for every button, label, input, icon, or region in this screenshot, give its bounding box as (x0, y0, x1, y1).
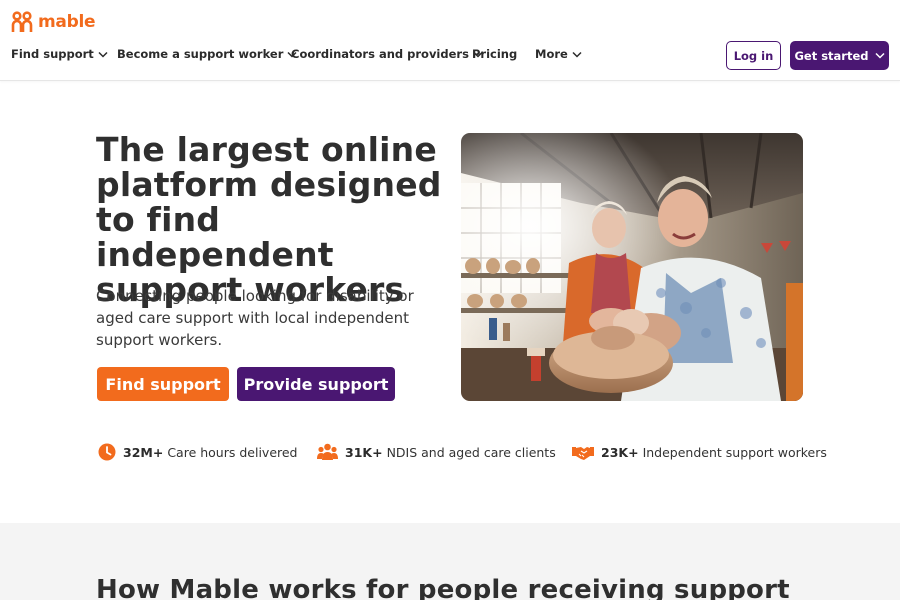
chevron-down-icon (874, 52, 885, 59)
chevron-down-icon (98, 51, 108, 58)
nav-find-support[interactable]: Find support (11, 47, 108, 61)
nav-label: Pricing (472, 47, 518, 61)
mable-logo-icon (11, 11, 33, 32)
site-header: mable Find support Become a support work… (0, 0, 900, 81)
find-support-button[interactable]: Find support (97, 367, 229, 401)
stat-clients: 31K+ NDIS and aged care clients (317, 443, 556, 461)
clock-icon (98, 443, 116, 461)
stat-value: 23K+ (601, 444, 639, 460)
stat-care-hours: 32M+ Care hours delivered (98, 443, 298, 461)
provide-support-button[interactable]: Provide support (237, 367, 395, 401)
how-it-works-section: How Mable works for people receiving sup… (0, 523, 900, 600)
nav-more[interactable]: More (535, 47, 582, 61)
nav-label: Find support (11, 47, 94, 61)
get-started-button[interactable]: Get started (790, 41, 889, 70)
section-title: How Mable works for people receiving sup… (96, 575, 790, 600)
handshake-icon (572, 444, 594, 460)
pottery-workshop-photo (461, 133, 803, 401)
nav-coordinators-providers[interactable]: Coordinators and providers (291, 47, 483, 61)
nav-become-support-worker[interactable]: Become a support worker (117, 47, 297, 61)
stat-support-workers: 23K+ Independent support workers (572, 443, 827, 461)
hero-title: The largest online platform designed to … (96, 130, 442, 309)
hero-photo (461, 133, 803, 401)
stat-label: Care hours delivered (167, 444, 298, 460)
logo-wordmark: mable (38, 12, 96, 32)
nav-label: Become a support worker (117, 47, 284, 61)
stat-label: NDIS and aged care clients (386, 444, 556, 460)
get-started-label: Get started (794, 48, 869, 63)
stat-label: Independent support workers (642, 444, 827, 460)
people-group-icon (317, 443, 338, 461)
nav-label: Coordinators and providers (291, 47, 469, 61)
nav-label: More (535, 47, 568, 61)
mable-logo[interactable]: mable (11, 10, 96, 34)
chevron-down-icon (572, 51, 582, 58)
nav-pricing[interactable]: Pricing (472, 47, 517, 61)
stat-value: 32M+ (123, 444, 164, 460)
login-button[interactable]: Log in (726, 41, 781, 70)
hero-subtitle: Connecting people looking for disability… (96, 287, 414, 349)
stat-value: 31K+ (345, 444, 383, 460)
